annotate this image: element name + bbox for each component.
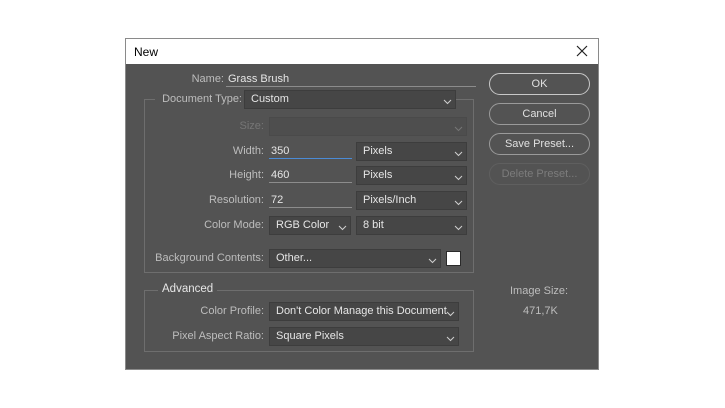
background-color-swatch[interactable]	[446, 251, 461, 266]
background-contents-select[interactable]: Other...	[269, 249, 441, 268]
chevron-down-icon	[446, 307, 455, 317]
background-contents-label: Background Contents:	[155, 252, 264, 264]
size-select	[269, 117, 467, 136]
pixel-aspect-ratio-value: Square Pixels	[276, 330, 344, 342]
color-profile-label: Color Profile:	[200, 305, 264, 317]
chevron-down-icon	[454, 122, 463, 132]
resolution-input[interactable]: 72	[269, 192, 352, 208]
resolution-label: Resolution:	[208, 194, 264, 206]
width-unit-value: Pixels	[363, 145, 393, 157]
color-mode-select[interactable]: RGB Color	[269, 216, 351, 235]
document-type-select[interactable]: Custom	[244, 90, 456, 109]
delete-preset-button: Delete Preset...	[489, 163, 590, 185]
bit-depth-select[interactable]: 8 bit	[356, 216, 467, 235]
color-profile-value: Don't Color Manage this Document	[276, 305, 447, 317]
chevron-down-icon	[443, 95, 452, 105]
cancel-button[interactable]: Cancel	[489, 103, 590, 125]
advanced-legend[interactable]: Advanced	[158, 283, 218, 295]
title-bar: New	[126, 39, 598, 64]
image-size-value: 471,7K	[523, 305, 558, 317]
dialog-title: New	[134, 45, 159, 59]
chevron-down-icon	[454, 147, 463, 157]
name-label: Name:	[191, 73, 224, 85]
height-unit-value: Pixels	[363, 169, 393, 181]
width-unit-select[interactable]: Pixels	[356, 142, 467, 161]
resolution-unit-select[interactable]: Pixels/Inch	[356, 191, 467, 210]
pixel-aspect-ratio-select[interactable]: Square Pixels	[269, 327, 459, 346]
pixel-aspect-ratio-label: Pixel Aspect Ratio:	[172, 330, 264, 342]
document-type-value: Custom	[251, 93, 289, 105]
color-profile-select[interactable]: Don't Color Manage this Document	[269, 302, 459, 321]
name-input[interactable]: Grass Brush	[226, 71, 476, 87]
height-value: 460	[271, 169, 290, 181]
chevron-down-icon	[428, 254, 437, 264]
image-size-label: Image Size:	[510, 285, 569, 297]
chevron-down-icon	[446, 332, 455, 342]
chevron-down-icon	[454, 221, 463, 231]
size-label: Size:	[239, 120, 264, 132]
close-icon[interactable]	[572, 41, 592, 61]
document-type-label: Document Type:	[155, 93, 245, 105]
save-preset-button[interactable]: Save Preset...	[489, 133, 590, 155]
height-unit-select[interactable]: Pixels	[356, 166, 467, 185]
chevron-down-icon	[338, 221, 347, 231]
resolution-value: 72	[271, 194, 284, 206]
resolution-unit-value: Pixels/Inch	[363, 194, 417, 206]
ok-button[interactable]: OK	[489, 73, 590, 95]
color-mode-label: Color Mode:	[204, 219, 264, 231]
width-value: 350	[271, 145, 290, 157]
chevron-down-icon	[454, 196, 463, 206]
width-label: Width:	[232, 145, 264, 157]
color-mode-value: RGB Color	[276, 219, 330, 231]
bit-depth-value: 8 bit	[363, 219, 384, 231]
background-contents-value: Other...	[276, 252, 313, 264]
name-value: Grass Brush	[228, 73, 290, 85]
height-input[interactable]: 460	[269, 167, 352, 183]
height-label: Height:	[229, 169, 264, 181]
width-input[interactable]: 350	[269, 143, 352, 159]
chevron-down-icon	[454, 171, 463, 181]
